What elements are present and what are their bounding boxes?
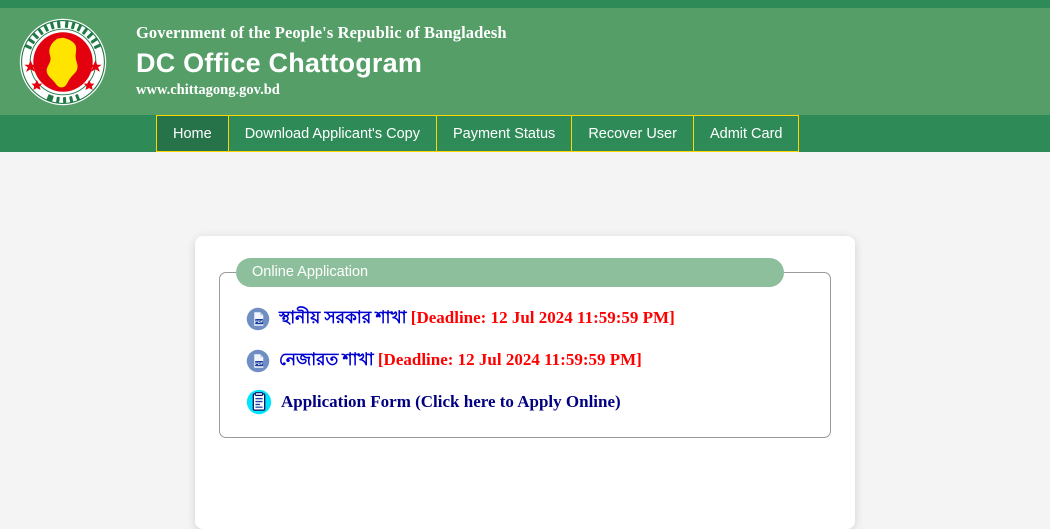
branch-name-label: নেজারত শাখা: [279, 350, 374, 369]
main-navigation: Home Download Applicant's Copy Payment S…: [0, 115, 1050, 152]
bangladesh-government-emblem-icon: [18, 17, 108, 107]
panel-legend: Online Application: [236, 258, 784, 287]
nav-item-home[interactable]: Home: [156, 115, 229, 152]
list-item[interactable]: PDF নেজারত শাখা [Deadline: 12 Jul 2024 1…: [234, 347, 816, 375]
government-line: Government of the People's Republic of B…: [136, 23, 507, 43]
page-title: DC Office Chattogram: [136, 48, 423, 79]
page-content: Online Application PDF স্থানীয় সরকার শা…: [0, 152, 1050, 529]
deadline-label: [Deadline: 12 Jul 2024 11:59:59 PM]: [377, 350, 642, 369]
branch-name-label: স্থানীয় সরকার শাখা: [279, 308, 407, 327]
svg-text:PDF: PDF: [255, 361, 264, 366]
site-header: Government of the People's Republic of B…: [0, 8, 1050, 115]
website-url: www.chittagong.gov.bd: [136, 81, 280, 98]
pdf-file-icon: PDF: [246, 307, 270, 331]
online-application-panel: Online Application PDF স্থানীয় সরকার শা…: [219, 258, 831, 438]
svg-text:PDF: PDF: [255, 319, 264, 324]
nav-item-recover-user[interactable]: Recover User: [571, 115, 694, 152]
nav-item-download-applicants-copy[interactable]: Download Applicant's Copy: [227, 115, 437, 152]
application-form-label: Application Form (Click here to Apply On…: [281, 392, 621, 411]
deadline-label: [Deadline: 12 Jul 2024 11:59:59 PM]: [410, 308, 675, 327]
nav-item-payment-status[interactable]: Payment Status: [435, 115, 573, 152]
application-form-icon: [246, 389, 272, 415]
nav-item-admit-card[interactable]: Admit Card: [692, 115, 800, 152]
top-accent-strip: [0, 0, 1050, 8]
list-item[interactable]: Application Form (Click here to Apply On…: [234, 389, 816, 415]
pdf-file-icon: PDF: [246, 349, 270, 373]
header-title-block: Government of the People's Republic of B…: [136, 23, 507, 99]
list-item[interactable]: PDF স্থানীয় সরকার শাখা [Deadline: 12 Ju…: [234, 305, 816, 333]
online-application-card: Online Application PDF স্থানীয় সরকার শা…: [195, 236, 855, 529]
